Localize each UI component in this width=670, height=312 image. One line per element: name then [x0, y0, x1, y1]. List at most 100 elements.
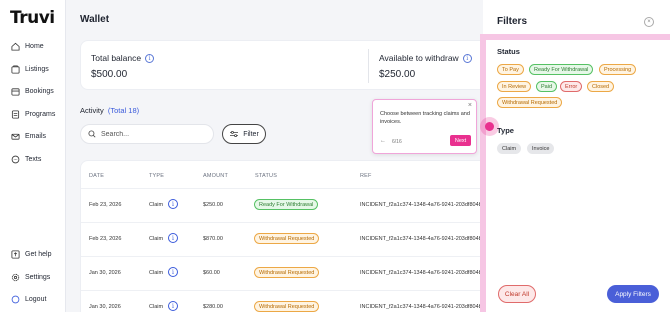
home-icon — [11, 42, 20, 51]
sidebar-item-texts[interactable]: Texts — [11, 152, 41, 166]
sidebar-item-label: Listings — [25, 65, 49, 73]
tour-tooltip: × Choose between tracking claims and inv… — [372, 99, 477, 154]
bookings-icon — [11, 87, 20, 96]
activity-table: DATE TYPE AMOUNT STATUS REF Feb 23, 2026… — [80, 160, 500, 312]
type-section-label: Type — [497, 126, 514, 135]
total-balance-text: Total balance — [91, 53, 142, 63]
info-icon[interactable]: i — [168, 199, 178, 209]
sidebar-item-logout[interactable]: Logout — [11, 292, 46, 306]
status-chip-error[interactable]: Error — [560, 81, 583, 92]
status-chip-paid[interactable]: Paid — [536, 81, 558, 92]
column-header-date[interactable]: DATE — [89, 173, 104, 179]
info-icon[interactable]: i — [168, 301, 178, 311]
status-chip-processing[interactable]: Processing — [599, 64, 637, 75]
sidebar-item-get-help[interactable]: Get help — [11, 247, 51, 261]
sidebar-item-label: Settings — [25, 273, 51, 281]
divider — [368, 49, 369, 83]
tour-beacon[interactable] — [485, 122, 494, 131]
truvi-logo[interactable]: Truvi — [10, 8, 55, 28]
settings-icon — [11, 273, 20, 281]
filter-button[interactable]: Filter — [222, 124, 266, 144]
row-type: Claim — [149, 270, 164, 276]
tooltip-next-button[interactable]: Next — [450, 135, 471, 146]
row-amount: $870.00 — [203, 236, 223, 242]
available-label: Available to withdraw i — [379, 53, 472, 63]
sidebar-item-home[interactable]: Home — [11, 39, 44, 53]
search-box[interactable] — [80, 124, 214, 144]
tooltip-step-counter: 6/16 — [392, 139, 402, 145]
total-balance-value: $500.00 — [91, 69, 128, 80]
table-row[interactable]: Jan 30, 2026 Claim i $280.00 Withdrawal … — [81, 290, 499, 312]
filters-title: Filters — [497, 16, 528, 27]
clear-all-button[interactable]: Clear All — [498, 285, 536, 303]
status-section-label: Status — [497, 47, 520, 56]
sidebar-item-programs[interactable]: Programs — [11, 107, 55, 121]
logout-icon — [11, 295, 20, 303]
row-ref: INCIDENT_f2a1c374-1348-4a76-9241-203df80… — [360, 236, 482, 242]
info-icon[interactable]: i — [168, 233, 178, 243]
status-badge: Withdrawal Requested — [254, 233, 320, 244]
filter-label: Filter — [243, 130, 259, 138]
listings-icon — [11, 64, 20, 74]
balance-card: Total balance i $500.00 Available to wit… — [80, 40, 500, 90]
search-icon — [88, 130, 96, 138]
info-icon[interactable]: i — [462, 53, 472, 63]
email-icon — [11, 133, 20, 140]
texts-icon — [11, 155, 20, 163]
close-icon[interactable]: × — [644, 17, 654, 27]
close-icon[interactable]: × — [468, 102, 472, 109]
column-header-type[interactable]: TYPE — [149, 173, 164, 179]
column-header-amount[interactable]: AMOUNT — [203, 173, 228, 179]
sidebar-item-listings[interactable]: Listings — [11, 62, 49, 76]
sidebar-item-label: Programs — [25, 110, 56, 118]
status-chip-closed[interactable]: Closed — [587, 81, 615, 92]
activity-heading: Activity (Total 18) — [80, 106, 139, 115]
programs-icon — [11, 109, 20, 119]
apply-filters-button[interactable]: Apply Filters — [607, 285, 659, 303]
type-chip-claim[interactable]: Claim — [497, 143, 522, 154]
status-chip-in-review[interactable]: In Review — [497, 81, 532, 92]
filters-panel: Filters × Status To Pay Ready For Withdr… — [483, 0, 670, 312]
available-text: Available to withdraw — [379, 53, 459, 63]
available-value: $250.00 — [379, 69, 416, 80]
row-amount: $250.00 — [203, 202, 223, 208]
row-type: Claim — [149, 304, 164, 310]
activity-label: Activity — [80, 106, 104, 115]
row-amount: $60.00 — [203, 270, 220, 276]
sidebar-item-bookings[interactable]: Bookings — [11, 84, 54, 98]
search-input[interactable] — [101, 130, 201, 138]
help-icon — [11, 249, 20, 259]
sliders-icon — [230, 131, 239, 137]
status-chip-ready-for-withdrawal[interactable]: Ready For Withdrawal — [529, 64, 594, 75]
status-chip-withdrawal-requested[interactable]: Withdrawal Requested — [497, 97, 563, 108]
row-date: Feb 23, 2026 — [89, 202, 122, 208]
main-content: Wallet Total balance i $500.00 Available… — [66, 0, 500, 312]
type-chip-invoice[interactable]: Invoice — [527, 143, 555, 154]
sidebar-item-label: Texts — [25, 155, 42, 163]
sidebar-item-label: Bookings — [25, 87, 54, 95]
row-ref: INCIDENT_f2a1c374-1348-4a76-9241-203df80… — [360, 304, 482, 310]
table-row[interactable]: Feb 23, 2026 Claim i $870.00 Withdrawal … — [81, 222, 499, 256]
sidebar-item-settings[interactable]: Settings — [11, 270, 50, 284]
sidebar: Truvi Home Listings Bookings Programs Em… — [0, 0, 66, 312]
status-chip-to-pay[interactable]: To Pay — [497, 64, 524, 75]
table-row[interactable]: Jan 30, 2026 Claim i $60.00 Withdrawal R… — [81, 256, 499, 290]
table-row[interactable]: Feb 23, 2026 Claim i $250.00 Ready For W… — [81, 188, 499, 222]
column-header-status[interactable]: STATUS — [255, 173, 277, 179]
status-badge: Withdrawal Requested — [254, 301, 320, 312]
activity-count: (Total 18) — [107, 106, 140, 115]
row-type: Claim — [149, 236, 164, 242]
page-title: Wallet — [80, 14, 110, 25]
column-header-ref[interactable]: REF — [360, 173, 372, 179]
arrow-left-icon[interactable]: ← — [380, 138, 386, 144]
row-date: Feb 23, 2026 — [89, 236, 122, 242]
total-balance-label: Total balance i — [91, 53, 155, 63]
info-icon[interactable]: i — [168, 267, 178, 277]
row-amount: $280.00 — [203, 304, 223, 310]
tooltip-text: Choose between tracking claims and invoi… — [380, 111, 470, 125]
sidebar-item-label: Home — [25, 42, 44, 50]
sidebar-item-emails[interactable]: Emails — [11, 129, 46, 143]
sidebar-item-label: Get help — [25, 250, 52, 258]
info-icon[interactable]: i — [145, 53, 155, 63]
sidebar-item-label: Emails — [25, 132, 47, 140]
